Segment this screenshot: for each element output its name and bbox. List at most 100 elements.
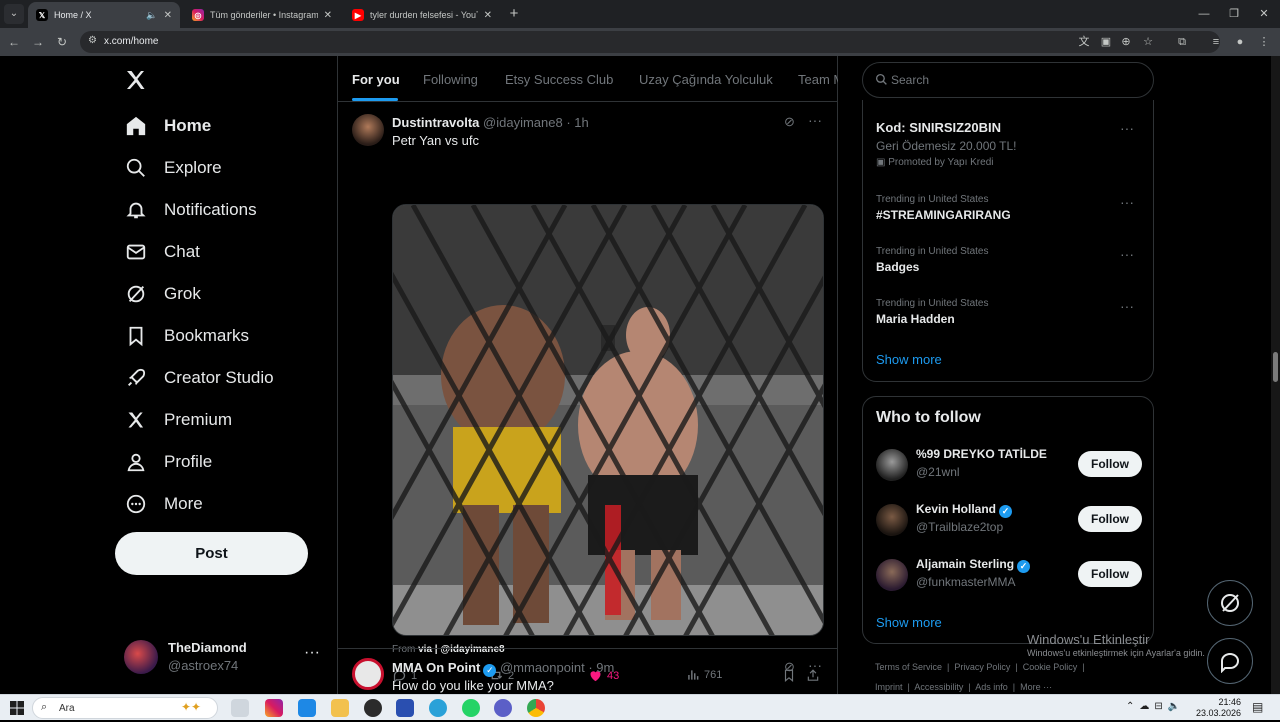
profile-avatar-icon[interactable]: ● bbox=[1232, 34, 1248, 50]
install-app-icon[interactable]: ▣ bbox=[1098, 34, 1114, 50]
window-close-icon[interactable]: ✕ bbox=[1248, 0, 1280, 28]
footer-link-more[interactable]: More ··· bbox=[1020, 682, 1052, 692]
tab-etsy-success-club[interactable]: Etsy Success Club bbox=[505, 72, 613, 87]
trend-item[interactable]: Trending in United States #STREAMINGARIR… bbox=[876, 194, 1142, 222]
whatsapp-app-icon[interactable] bbox=[462, 699, 480, 717]
promoted-trend[interactable]: Kod: SINIRSIZ20BIN Geri Ödemesiz 20.000 … bbox=[876, 120, 1142, 168]
system-tray-icons[interactable]: ⌃☁⊟🔈 bbox=[1126, 701, 1185, 712]
nav-home[interactable]: Home bbox=[124, 106, 211, 146]
tweet-more-icon[interactable]: ··· bbox=[808, 112, 822, 128]
browser-tab-x[interactable]: 𝕏 Home / X 🔈 ✕ bbox=[28, 2, 180, 28]
trends-show-more-link[interactable]: Show more bbox=[876, 352, 942, 367]
grok-floating-button[interactable] bbox=[1207, 580, 1253, 626]
footer-link-accessibility[interactable]: Accessibility bbox=[914, 682, 963, 692]
nav-creator-studio[interactable]: Creator Studio bbox=[124, 358, 274, 398]
taskbar-clock[interactable]: 21:46 23.03.2026 bbox=[1196, 697, 1241, 719]
account-switcher[interactable]: TheDiamond @astroex74 ··· bbox=[124, 634, 334, 678]
account-more-icon[interactable]: ··· bbox=[304, 644, 320, 662]
nav-premium[interactable]: Premium bbox=[124, 400, 232, 440]
user-name[interactable]: Aljamain Sterling bbox=[916, 557, 1014, 571]
user-name[interactable]: %99 DREYKO TATİLDE bbox=[916, 447, 1047, 461]
media-controls-icon[interactable]: ≡ bbox=[1208, 34, 1224, 50]
taskbar-search[interactable]: ⌕ Ara ✦✦ bbox=[32, 697, 218, 719]
file-explorer-icon[interactable] bbox=[331, 699, 349, 717]
follow-suggestion[interactable]: Aljamain Sterling ✓ @funkmasterMMA Follow bbox=[876, 557, 1142, 597]
avatar[interactable] bbox=[876, 504, 908, 536]
user-name-row[interactable]: Kevin Holland ✓ bbox=[916, 502, 1013, 518]
edge-app-icon[interactable] bbox=[298, 699, 316, 717]
close-tab-icon[interactable]: ✕ bbox=[164, 10, 172, 21]
user-name[interactable]: Kevin Holland bbox=[916, 502, 996, 516]
task-view-icon[interactable] bbox=[231, 699, 249, 717]
avatar[interactable] bbox=[352, 658, 384, 690]
grok-icon[interactable]: ⊘ bbox=[784, 114, 795, 130]
windows-start-icon[interactable] bbox=[8, 699, 26, 717]
tweet[interactable]: MMA On Point ✓ @mmaonpoint · 9m ⊘ ··· How… bbox=[338, 648, 838, 694]
nav-more[interactable]: More bbox=[124, 484, 203, 524]
trend-item[interactable]: Trending in United States Maria Hadden ·… bbox=[876, 298, 1142, 326]
footer-link-cookies[interactable]: Cookie Policy bbox=[1023, 662, 1078, 672]
tab-search-icon[interactable]: ⌄ bbox=[4, 4, 24, 24]
reload-icon[interactable]: ↻ bbox=[52, 32, 72, 52]
grok-icon[interactable]: ⊘ bbox=[784, 659, 795, 675]
author-handle[interactable]: @mmaonpoint bbox=[500, 660, 585, 675]
follow-button[interactable]: Follow bbox=[1078, 506, 1142, 532]
nav-explore[interactable]: Explore bbox=[124, 148, 222, 188]
instagram-app-icon[interactable] bbox=[265, 699, 283, 717]
tab-following[interactable]: Following bbox=[423, 72, 478, 87]
app-icon[interactable] bbox=[364, 699, 382, 717]
back-icon[interactable]: ← bbox=[4, 32, 24, 52]
tweet-time[interactable]: · 1h bbox=[566, 115, 588, 130]
footer-link-privacy[interactable]: Privacy Policy bbox=[954, 662, 1010, 672]
new-tab-button[interactable]: + bbox=[504, 4, 524, 24]
speaker-icon[interactable]: 🔈 bbox=[146, 10, 157, 21]
tweet-video[interactable] bbox=[392, 204, 824, 636]
app-icon[interactable] bbox=[494, 699, 512, 717]
site-info-icon[interactable]: ⚙ bbox=[88, 35, 97, 46]
chrome-app-icon[interactable] bbox=[527, 699, 545, 717]
footer-link-ads-info[interactable]: Ads info bbox=[975, 682, 1008, 692]
post-button[interactable]: Post bbox=[115, 532, 308, 575]
scrollbar-thumb[interactable] bbox=[1273, 352, 1278, 382]
browser-tab-instagram[interactable]: ◎ Tüm gönderiler • Instagram ✕ bbox=[184, 2, 340, 28]
tweet-time[interactable]: · 9m bbox=[588, 660, 614, 675]
zoom-icon[interactable]: ⊕ bbox=[1118, 34, 1134, 50]
nav-profile[interactable]: Profile bbox=[124, 442, 212, 482]
follow-button[interactable]: Follow bbox=[1078, 561, 1142, 587]
trend-more-icon[interactable]: ··· bbox=[1120, 298, 1134, 314]
forward-icon[interactable]: → bbox=[28, 32, 48, 52]
trend-item[interactable]: Trending in United States Badges ··· bbox=[876, 246, 1142, 274]
address-bar[interactable]: ⚙ x.com/home bbox=[80, 31, 1220, 53]
page-scrollbar[interactable] bbox=[1271, 56, 1280, 694]
notifications-icon[interactable]: ▤ bbox=[1252, 700, 1263, 714]
translate-icon[interactable]: 文 bbox=[1076, 34, 1092, 50]
tab-for-you[interactable]: For you bbox=[352, 72, 400, 87]
author-handle[interactable]: @idayimane8 bbox=[483, 115, 563, 130]
follow-suggestion[interactable]: Kevin Holland ✓ @Trailblaze2top Follow bbox=[876, 502, 1142, 542]
tweet-more-icon[interactable]: ··· bbox=[808, 657, 822, 673]
app-icon[interactable] bbox=[396, 699, 414, 717]
nav-chat[interactable]: Chat bbox=[124, 232, 200, 272]
nav-grok[interactable]: Grok bbox=[124, 274, 201, 314]
footer-link-terms[interactable]: Terms of Service bbox=[875, 662, 942, 672]
author-name[interactable]: Dustintravolta bbox=[392, 115, 479, 130]
follow-show-more-link[interactable]: Show more bbox=[876, 615, 942, 630]
follow-suggestion[interactable]: %99 DREYKO TATİLDE @21wnl Follow bbox=[876, 447, 1142, 487]
browser-tab-youtube[interactable]: ▶ tyler durden felsefesi - YouTube ✕ bbox=[344, 2, 500, 28]
avatar[interactable] bbox=[876, 449, 908, 481]
extensions-icon[interactable]: ⧉ bbox=[1174, 34, 1190, 50]
tab-uzay-cagi[interactable]: Uzay Çağında Yolculuk bbox=[639, 72, 773, 87]
close-tab-icon[interactable]: ✕ bbox=[484, 10, 492, 21]
bookmark-star-icon[interactable]: ☆ bbox=[1140, 34, 1156, 50]
footer-link-imprint[interactable]: Imprint bbox=[875, 682, 903, 692]
trend-more-icon[interactable]: ··· bbox=[1120, 194, 1134, 210]
trend-more-icon[interactable]: ··· bbox=[1120, 246, 1134, 262]
restore-icon[interactable]: ❐ bbox=[1218, 0, 1250, 28]
close-tab-icon[interactable]: ✕ bbox=[324, 10, 332, 21]
x-logo-icon[interactable] bbox=[124, 68, 148, 92]
url-text[interactable]: x.com/home bbox=[104, 36, 158, 47]
trend-more-icon[interactable]: ··· bbox=[1120, 120, 1134, 136]
avatar[interactable] bbox=[352, 114, 384, 146]
author-name[interactable]: MMA On Point bbox=[392, 660, 480, 675]
nav-bookmarks[interactable]: Bookmarks bbox=[124, 316, 249, 356]
